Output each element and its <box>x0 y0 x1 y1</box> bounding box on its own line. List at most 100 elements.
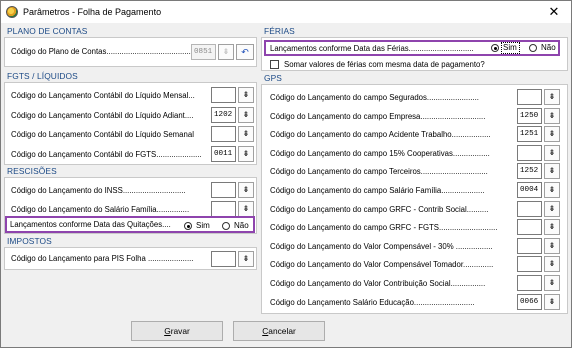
code-field[interactable]: 1202 <box>211 106 236 123</box>
field-label: Código do Lançamento Contábil do Líquido… <box>11 91 195 100</box>
code-field[interactable]: 0011 <box>211 145 236 162</box>
field-label: Código do Lançamento do campo Salário Fa… <box>270 186 485 195</box>
field-label: Código do Lançamento Contábil do Líquido… <box>11 110 194 120</box>
plano-de-contas-section: PLANO DE CONTAS Código do Plano de Conta… <box>4 25 257 70</box>
code-field[interactable]: 0066 <box>517 293 542 310</box>
quitacoes-sim-label[interactable]: Sim <box>196 221 210 230</box>
section-title: RESCISÕES <box>7 166 57 176</box>
code-field[interactable]: 1252 <box>517 163 542 180</box>
code-field[interactable] <box>517 256 542 273</box>
pick-icon[interactable]: ⇟ <box>544 89 560 105</box>
undo-icon[interactable]: ↶ <box>236 44 254 60</box>
field-label: Código do Lançamento Contábil do FGTS...… <box>11 149 202 159</box>
quitacoes-nao-label[interactable]: Não <box>234 221 249 230</box>
form-row: Código do Lançamento do campo Terceiros.… <box>262 162 569 182</box>
form-row: Código do Lançamento Salário Educação...… <box>262 293 569 313</box>
quitacoes-sim-radio[interactable] <box>184 222 192 230</box>
field-label: Código do Lançamento do campo 15% Cooper… <box>270 148 490 158</box>
field-label: Código do Lançamento do campo Segurados.… <box>270 93 479 102</box>
section-title: FÉRIAS <box>264 26 295 36</box>
form-row: Código do Lançamento do Valor Contribuiç… <box>262 274 569 294</box>
section-title: IMPOSTOS <box>7 236 52 246</box>
pick-icon[interactable]: ⇟ <box>544 256 560 273</box>
code-field[interactable]: 1251 <box>517 126 542 143</box>
quitacoes-label: Lançamentos conforme Data das Quitações.… <box>10 220 171 229</box>
code-field[interactable] <box>211 126 236 142</box>
field-label: Código do Lançamento Salário Educação...… <box>270 297 475 307</box>
impostos-panel: Código do Lançamento para PIS Folha ....… <box>4 247 257 270</box>
code-field[interactable] <box>517 237 542 254</box>
code-field[interactable] <box>517 275 542 291</box>
pick-icon[interactable]: ⇟ <box>544 275 560 291</box>
code-field[interactable] <box>211 87 236 103</box>
form-row: Código do Lançamento do Valor Compensáve… <box>262 237 569 257</box>
title-bar: Parâmetros - Folha de Pagamento ✕ <box>1 1 571 23</box>
form-row: Código do Lançamento do campo GRFC - FGT… <box>262 218 569 238</box>
pis-folha-field[interactable] <box>211 251 236 267</box>
pick-icon[interactable]: ⇟ <box>238 251 254 267</box>
pick-icon[interactable]: ⇟ <box>544 293 560 310</box>
section-title: FGTS / LÍQUIDOS <box>7 71 78 81</box>
field-label: Código do Lançamento Contábil do Líquido… <box>11 130 194 139</box>
pick-icon[interactable]: ⇟ <box>544 126 560 143</box>
pick-icon[interactable]: ⇟ <box>544 237 560 254</box>
section-title: PLANO DE CONTAS <box>7 26 88 36</box>
form-row: Código do Lançamento do campo Acidente T… <box>262 125 569 145</box>
pick-icon[interactable]: ⇟ <box>238 201 254 217</box>
code-field[interactable] <box>211 201 236 217</box>
pick-icon[interactable]: ⇟ <box>544 163 560 180</box>
cancelar-label: ancelar <box>268 326 296 336</box>
pick-icon[interactable]: ⇟ <box>544 107 560 124</box>
field-label: Código do Lançamento do Salário Família.… <box>11 205 190 214</box>
ferias-sim-radio[interactable] <box>491 44 499 52</box>
code-field[interactable] <box>517 89 542 105</box>
form-row: Código do Lançamento do Valor Compensáve… <box>262 255 569 275</box>
code-field[interactable] <box>517 219 542 236</box>
pick-icon[interactable]: ⇟ <box>218 44 234 60</box>
pick-icon[interactable]: ⇟ <box>238 182 254 198</box>
fgts-liquidos-panel: Código do Lançamento Contábil do Líquido… <box>4 82 257 165</box>
form-row: Código do Lançamento do campo 15% Cooper… <box>262 144 569 164</box>
section-title: GPS <box>264 73 282 83</box>
pick-icon[interactable]: ⇟ <box>544 144 560 161</box>
code-field[interactable] <box>517 200 542 217</box>
pick-icon[interactable]: ⇟ <box>238 106 254 123</box>
field-label: Código do Lançamento do campo GRFC - Con… <box>270 204 489 214</box>
form-row: Código do Lançamento do INSS............… <box>5 181 258 201</box>
pick-icon[interactable]: ⇟ <box>544 182 560 198</box>
window-title: Parâmetros - Folha de Pagamento <box>23 7 162 17</box>
code-field[interactable]: 1250 <box>517 107 542 124</box>
gps-panel: Código do Lançamento do campo Segurados.… <box>261 84 568 314</box>
somar-ferias-checkbox[interactable] <box>270 60 279 69</box>
form-row: Código do Lançamento do campo Empresa...… <box>262 107 569 127</box>
code-field[interactable] <box>517 144 542 161</box>
close-button[interactable]: ✕ <box>537 1 571 23</box>
pick-icon[interactable]: ⇟ <box>238 126 254 142</box>
pick-icon[interactable]: ⇟ <box>544 219 560 236</box>
field-label: Código do Lançamento do INSS............… <box>11 186 186 195</box>
quitacoes-nao-radio[interactable] <box>222 222 230 230</box>
code-field[interactable]: 0004 <box>517 182 542 198</box>
plano-de-contas-field[interactable]: 0851 <box>191 44 216 60</box>
field-label: Código do Lançamento do campo GRFC - FGT… <box>270 223 498 233</box>
field-label: Código do Lançamento do campo Acidente T… <box>270 130 491 140</box>
form-row: Código do Lançamento do campo Salário Fa… <box>262 181 569 201</box>
pick-icon[interactable]: ⇟ <box>544 200 560 217</box>
field-label: Código do Lançamento do Valor Contribuiç… <box>270 279 486 288</box>
pick-icon[interactable]: ⇟ <box>238 145 254 162</box>
form-row: Código do Lançamento Contábil do FGTS...… <box>5 145 258 165</box>
ferias-sim-label[interactable]: Sim <box>503 43 517 52</box>
code-field[interactable] <box>211 182 236 198</box>
form-row: Código do Lançamento Contábil do Líquido… <box>5 125 258 145</box>
impostos-section: IMPOSTOS Código do Lançamento para PIS F… <box>4 235 257 271</box>
ferias-nao-radio[interactable] <box>529 44 537 52</box>
ferias-nao-label[interactable]: Não <box>541 43 556 52</box>
gravar-label: ravar <box>170 326 190 336</box>
gravar-button[interactable]: Gravar <box>131 321 223 341</box>
plano-de-contas-panel: Código do Plano de Contas...............… <box>4 37 257 67</box>
pick-icon[interactable]: ⇟ <box>238 87 254 103</box>
cancelar-button[interactable]: Cancelar <box>233 321 325 341</box>
ferias-label: Lançamentos conforme Data das Férias....… <box>270 44 474 53</box>
form-row: Código do Lançamento do campo Segurados.… <box>262 88 569 108</box>
field-label: Código do Lançamento do campo Empresa...… <box>270 111 486 121</box>
